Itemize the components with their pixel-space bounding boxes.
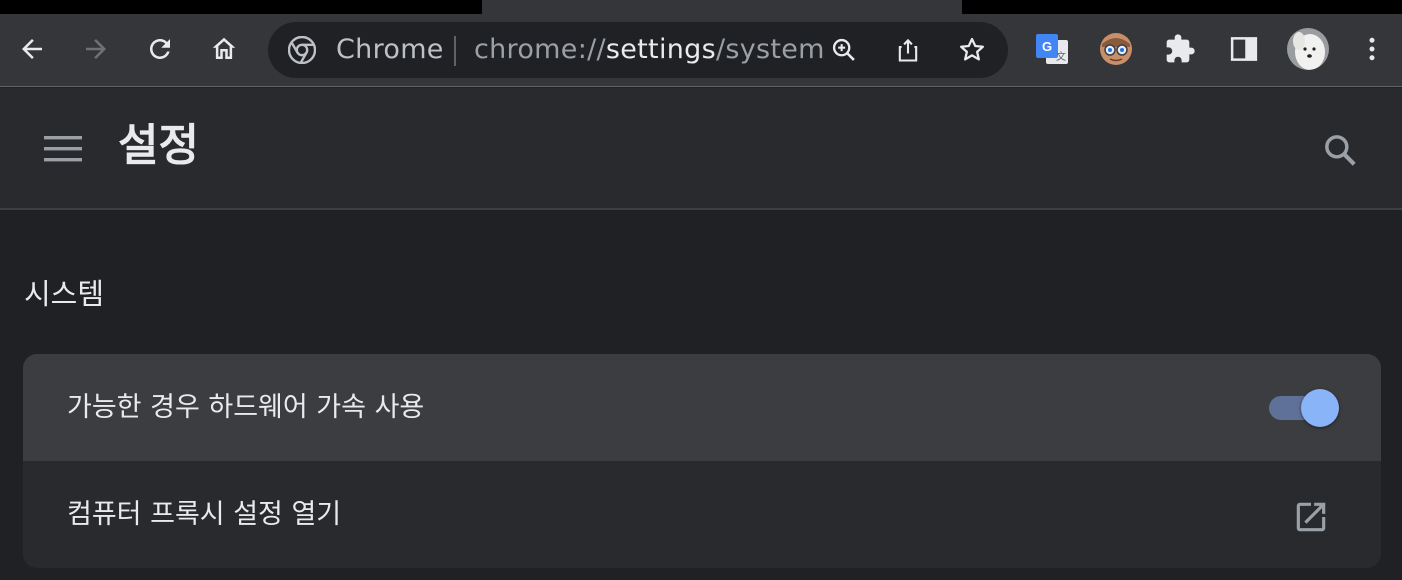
arrow-back-icon [22,39,42,59]
main-menu-button[interactable] [36,126,90,172]
puzzle-extensions-icon [1166,34,1195,63]
system-settings-card: 가능한 경우 하드웨어 가속 사용 컴퓨터 프록시 설정 열기 [23,354,1381,568]
zoom-button[interactable] [824,30,864,70]
address-bar[interactable]: Chrome chrome://settings/system [268,22,1008,78]
tab-curve-left [466,0,482,14]
section-title: 시스템 [24,277,105,311]
search-settings-button[interactable] [1316,126,1364,174]
search-icon [1325,135,1356,166]
home-button[interactable] [202,27,246,71]
browser-toolbar: Chrome chrome://settings/system G 文 [0,14,1402,87]
open-external-button[interactable] [1291,497,1331,537]
tab-curve-right [962,0,978,14]
side-panel-button[interactable] [1222,27,1266,71]
chrome-logo-icon[interactable] [287,35,317,65]
hardware-acceleration-row[interactable]: 가능한 경우 하드웨어 가속 사용 [23,354,1381,461]
back-button[interactable] [10,27,54,71]
home-icon [212,37,236,59]
url-host: settings [605,34,716,65]
share-button[interactable] [888,30,928,70]
url-scheme: chrome:// [474,34,606,65]
row-label: 가능한 경우 하드웨어 가속 사용 [67,392,425,423]
row-label: 컴퓨터 프록시 설정 열기 [67,499,342,530]
share-icon [898,38,918,62]
hamburger-menu-icon [44,136,82,162]
profile-avatar [1287,28,1329,70]
reload-button[interactable] [138,27,182,71]
settings-header: 설정 [0,88,1402,210]
bookmark-star-icon [960,37,984,61]
site-chip-label: Chrome [336,34,444,65]
svg-text:G: G [1042,39,1052,54]
glasses-extension-button[interactable] [1094,27,1138,71]
kebab-menu-icon [1369,37,1375,61]
url-text[interactable]: chrome://settings/system [474,22,825,78]
browser-menu-button[interactable] [1350,27,1394,71]
glasses-extension-icon [1100,33,1132,65]
tab-strip [0,0,1402,14]
google-translate-icon: G 文 [1036,34,1068,64]
zoom-icon [832,38,855,61]
reload-icon [150,39,170,59]
toggle-knob [1301,389,1339,427]
bookmark-button[interactable] [952,30,992,70]
profile-button[interactable] [1286,27,1330,71]
hardware-acceleration-toggle[interactable] [1269,388,1339,427]
omnibox-divider [454,36,456,66]
open-proxy-settings-row[interactable]: 컴퓨터 프록시 설정 열기 [23,461,1381,568]
open-in-new-icon [1296,502,1326,532]
svg-text:文: 文 [1056,50,1066,63]
url-path: /system [715,34,825,65]
arrow-forward-icon [86,39,106,59]
page-title: 설정 [118,120,199,171]
forward-button[interactable] [74,27,118,71]
side-panel-icon [1230,37,1258,61]
active-tab[interactable] [482,0,962,14]
extensions-menu-button[interactable] [1158,27,1202,71]
translate-extension-button[interactable]: G 文 [1030,27,1074,71]
